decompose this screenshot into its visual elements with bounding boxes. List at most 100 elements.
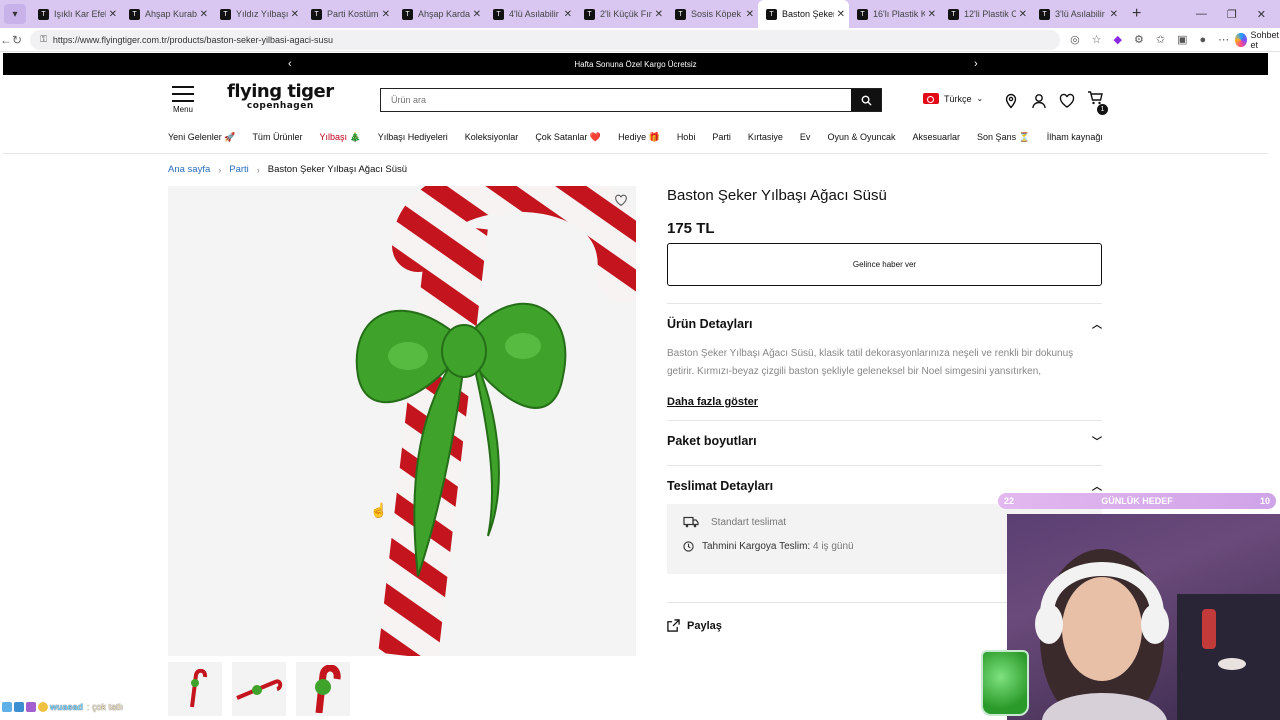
minimize-icon[interactable]: — — [1196, 8, 1207, 20]
flying-tiger-logo[interactable]: flying tiger copenhagen — [227, 83, 334, 111]
nav-item[interactable]: Tüm Ürünler — [252, 132, 302, 143]
nav-item[interactable]: Kırtasiye — [748, 132, 783, 143]
promo-banner: ‹ Hafta Sonuna Özel Kargo Ücretsiz › — [3, 53, 1268, 75]
delivery-toggle[interactable]: Teslimat Detayları ︿ — [667, 478, 1102, 494]
close-tab-icon[interactable]: ✕ — [1110, 9, 1118, 20]
chevron-up-icon: ︿ — [1092, 320, 1102, 331]
tab-actions-menu-icon[interactable]: ▾ — [4, 4, 26, 24]
browser-tab[interactable]: T Sosis Köpek Yıl✕ — [667, 0, 758, 28]
refresh-icon[interactable]: ↻ — [12, 33, 22, 47]
copilot-label: Sohbet et — [1250, 29, 1280, 50]
browser-tab[interactable]: T 4'lü Asılabilir M✕ — [485, 0, 576, 28]
nav-item[interactable]: Yılbaşı Hediyeleri — [378, 132, 448, 143]
profile-avatar-icon[interactable]: ● — [1200, 34, 1207, 46]
package-size-heading: Paket boyutları — [667, 433, 757, 448]
notify-me-button[interactable]: Gelince haber ver — [667, 243, 1102, 286]
close-tab-icon[interactable]: ✕ — [837, 9, 845, 20]
tab-title: Işıklı Kar Efekti — [54, 9, 106, 19]
breadcrumb-separator-icon: › — [218, 164, 222, 175]
tab-title: Ahşap Kardan A — [418, 9, 470, 19]
wishlist-heart-icon[interactable] — [1059, 93, 1075, 109]
close-tab-icon[interactable]: ✕ — [109, 9, 117, 20]
close-tab-icon[interactable]: ✕ — [473, 9, 481, 20]
add-to-wishlist-icon[interactable] — [614, 194, 628, 207]
read-aloud-icon[interactable]: ◎ — [1070, 33, 1080, 46]
close-tab-icon[interactable]: ✕ — [200, 9, 208, 20]
product-details-heading: Ürün Detayları — [667, 316, 753, 331]
extensions-puzzle-icon[interactable]: ⚙ — [1134, 33, 1144, 46]
tab-favicon-icon: T — [402, 8, 413, 20]
browser-tab[interactable]: T 2'li Küçük Fındık✕ — [576, 0, 667, 28]
product-main-image[interactable] — [168, 186, 636, 656]
language-selector[interactable]: Türkçe ⌄ — [923, 93, 983, 104]
nav-item[interactable]: Parti — [712, 132, 731, 143]
promo-prev-icon[interactable]: ‹ — [288, 58, 292, 70]
browser-tab[interactable]: T Ahşap Kurabiye✕ — [121, 0, 212, 28]
nav-item[interactable]: Hobi — [677, 132, 696, 143]
show-more-link[interactable]: Daha fazla göster — [667, 396, 1102, 408]
account-icon[interactable] — [1031, 93, 1047, 109]
browser-tab[interactable]: T 12'li Plastik Orta✕ — [940, 0, 1031, 28]
breadcrumb: Ana sayfa › Parti › Baston Şeker Yılbaşı… — [168, 164, 407, 175]
thumbnail-2[interactable] — [232, 662, 286, 716]
nav-item[interactable]: Çok Satanlar ❤️ — [535, 132, 601, 143]
thumbnail-1[interactable] — [168, 662, 222, 716]
url-field[interactable]: ⚿ https://www.flyingtiger.com.tr/product… — [30, 29, 1061, 50]
close-tab-icon[interactable]: ✕ — [746, 9, 754, 20]
chevron-down-icon: ⌄ — [976, 94, 984, 103]
nav-item[interactable]: Ev — [800, 132, 811, 143]
more-menu-icon[interactable]: ⋯ — [1218, 33, 1229, 46]
browser-tab[interactable]: T Parti Kostümü ✕ — [303, 0, 394, 28]
breadcrumb-category[interactable]: Parti — [229, 164, 249, 175]
browser-tab[interactable]: T 16'lı Plastik Küç✕ — [849, 0, 940, 28]
nav-item[interactable]: İlham kaynağı — [1047, 132, 1103, 143]
category-nav: Yeni Gelenler 🚀 Tüm Ürünler Yılbaşı 🎄 Yılba… — [168, 132, 1103, 143]
close-tab-icon[interactable]: ✕ — [1019, 9, 1027, 20]
copilot-button[interactable]: Sohbet et — [1235, 30, 1280, 50]
nav-item[interactable]: Hediye 🎁 — [618, 132, 660, 143]
collections-icon[interactable]: ▣ — [1177, 33, 1187, 46]
close-tab-icon[interactable]: ✕ — [291, 9, 299, 20]
nav-item[interactable]: Yeni Gelenler 🚀 — [168, 132, 235, 143]
restore-icon[interactable]: ❐ — [1227, 8, 1237, 21]
product-details-toggle[interactable]: Ürün Detayları ︿ — [667, 316, 1102, 332]
tab-title: Sosis Köpek Yıl — [691, 9, 743, 19]
package-size-toggle[interactable]: Paket boyutları ﹀ — [667, 433, 1102, 449]
close-window-icon[interactable]: ✕ — [1257, 8, 1266, 21]
tab-favicon-icon: T — [1039, 8, 1050, 20]
goal-left-value: 22 — [1004, 496, 1015, 506]
nav-item[interactable]: Aksesuarlar — [913, 132, 961, 143]
browser-tab[interactable]: T Ahşap Kardan A✕ — [394, 0, 485, 28]
close-tab-icon[interactable]: ✕ — [382, 9, 390, 20]
nav-item[interactable]: Oyun & Oyuncak — [827, 132, 895, 143]
favorites-icon[interactable]: ✩ — [1156, 33, 1165, 46]
close-tab-icon[interactable]: ✕ — [564, 9, 572, 20]
breadcrumb-home[interactable]: Ana sayfa — [168, 164, 210, 175]
browser-tab[interactable]: T 3'lü Asılabilir K✕ — [1031, 0, 1122, 28]
nav-item[interactable]: Yılbaşı 🎄 — [319, 132, 360, 143]
cart-button[interactable]: 1 — [1087, 90, 1108, 115]
eta-value: 4 iş günü — [812, 541, 854, 552]
stream-chat-line: wuaead : çok tatlı — [2, 702, 123, 712]
tab-title: 3'lü Asılabilir K — [1055, 9, 1107, 19]
logo-line1: flying tiger — [227, 81, 334, 102]
browser-tab[interactable]: T Yıldız Yılbaşı Ağ✕ — [212, 0, 303, 28]
search-input[interactable] — [381, 89, 851, 111]
search-button[interactable] — [851, 89, 881, 111]
menu-button[interactable]: Menu — [170, 86, 196, 114]
nav-item[interactable]: Son Şans ⏳ — [977, 132, 1030, 143]
tab-strip: TIşıklı Kar Efekti✕TAhşap Kurabiye✕TYıld… — [30, 0, 1122, 28]
new-tab-icon[interactable]: + — [1132, 5, 1141, 23]
nav-item[interactable]: Koleksiyonlar — [465, 132, 519, 143]
promo-next-icon[interactable]: › — [974, 58, 978, 70]
browser-tab[interactable]: T Işıklı Kar Efekti✕ — [30, 0, 121, 28]
close-tab-icon[interactable]: ✕ — [928, 9, 936, 20]
extension-icon[interactable]: ◆ — [1114, 33, 1122, 46]
browser-tab-active[interactable]: T Baston Şeker Yıl✕ — [758, 0, 849, 28]
favorite-star-icon[interactable]: ☆ — [1092, 33, 1102, 46]
close-tab-icon[interactable]: ✕ — [655, 9, 663, 20]
back-icon[interactable]: ← — [0, 33, 12, 47]
thumbnail-3[interactable] — [296, 662, 350, 716]
site-info-icon[interactable]: ⚿ — [40, 34, 47, 45]
store-locator-icon[interactable] — [1003, 93, 1019, 109]
